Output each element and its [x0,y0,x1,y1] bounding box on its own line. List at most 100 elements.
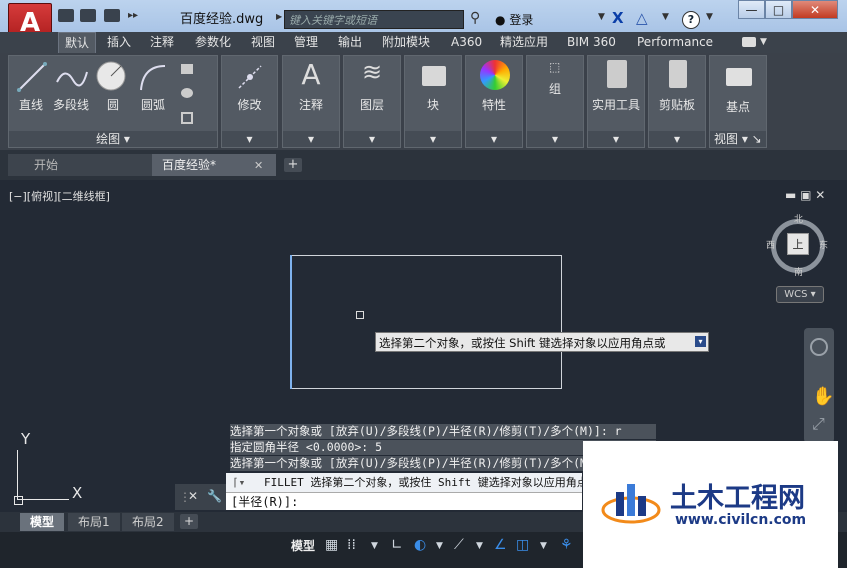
panel-utilities[interactable]: 实用工具 ▾ [587,55,645,148]
tab-performance[interactable]: Performance [637,32,713,53]
panel-clipboard[interactable]: 剪贴板 ▾ [648,55,706,148]
zoom-extents-icon[interactable]: ⤢ [812,414,825,434]
steering-wheel-icon[interactable] [810,338,828,356]
ribbon-minimize-icon[interactable] [742,37,756,47]
tab-featured-apps[interactable]: 精选应用 [500,32,548,53]
boundary-icon[interactable] [181,112,193,124]
chevron-down-icon[interactable]: ▾ [649,131,705,147]
polyline-icon[interactable] [55,62,89,92]
tooltip-options-icon[interactable]: ▾ [695,336,706,347]
new-file-icon[interactable] [58,9,74,22]
chevron-down-icon[interactable]: ▼ [476,541,483,551]
grid-icon[interactable]: ▦ [325,537,338,553]
minimize-button[interactable]: — [738,0,765,19]
tab-a360[interactable]: A360 [451,32,482,53]
panel-modify[interactable]: 修改 ▾ [221,55,278,148]
command-input[interactable]: [半径(R)]: [226,492,582,510]
chevron-down-icon[interactable]: ▼ [436,541,443,551]
chevron-down-icon[interactable]: ▼ [706,12,713,22]
object-snap-icon[interactable]: ◫ [516,537,529,553]
binoculars-search-icon[interactable]: ⚲ [470,10,480,26]
rectangle-icon[interactable] [181,64,193,74]
wrench-icon[interactable]: 🔧 [207,489,222,503]
viewcube-east[interactable]: 东 [819,238,828,251]
maximize-button[interactable]: □ [765,0,792,19]
polyline-label[interactable]: 多段线 [53,96,89,113]
panel-layers[interactable]: ≋ 图层 ▾ [343,55,401,148]
command-icon[interactable]: ⌈▾ [232,473,245,492]
search-expand-icon[interactable]: ▶ [276,12,282,21]
qat-more-icon[interactable]: ▸▸ [128,10,138,21]
viewcube-south[interactable]: 南 [794,265,803,278]
chevron-down-icon[interactable]: ▼ [598,12,605,22]
line-label[interactable]: 直线 [19,96,43,113]
chevron-down-icon[interactable]: ▾ [344,131,400,147]
viewcube-face[interactable]: 上 [787,233,809,255]
chevron-down-icon[interactable]: ▼ [760,37,767,47]
sign-in-button[interactable]: ● 登录 [495,11,533,28]
tab-insert[interactable]: 插入 [107,32,131,53]
viewcube-north[interactable]: 北 [794,212,803,225]
tab-manage[interactable]: 管理 [294,32,318,53]
tab-model[interactable]: 模型 [20,513,65,531]
hatch-icon[interactable] [181,88,193,98]
panel-draw-title[interactable]: 绘图 ▾ [9,131,217,147]
close-button[interactable]: ✕ [792,0,838,19]
tab-view[interactable]: 视图 [251,32,275,53]
circle-icon[interactable] [95,60,127,92]
help-button[interactable]: ? [682,11,700,29]
chevron-down-icon[interactable]: ▼ [540,541,547,551]
wcs-menu[interactable]: WCS ▾ [776,286,824,303]
polar-tracking-icon[interactable]: ◐ [414,537,426,553]
ortho-icon[interactable]: ∟ [391,537,403,553]
a360-icon[interactable]: △ [636,9,648,27]
close-command-line-icon[interactable]: ✕ [188,489,198,503]
chevron-down-icon[interactable]: ▾ [283,131,339,147]
chevron-down-icon[interactable]: ▾ [588,131,644,147]
tab-bim360[interactable]: BIM 360 [567,32,616,53]
group-icon: ⬚ [549,60,561,74]
panel-block[interactable]: 块 ▾ [404,55,462,148]
viewport-window-controls[interactable]: ▬ ▣ ✕ [785,188,825,202]
arc-label[interactable]: 圆弧 [141,96,165,113]
panel-annotation[interactable]: A 注释 ▾ [282,55,340,148]
chevron-down-icon[interactable]: ▼ [371,541,378,551]
model-space-toggle[interactable]: 模型 [291,537,315,554]
new-tab-button[interactable]: + [284,158,302,172]
panel-view-title[interactable]: 视图 ▾ ↘ [710,131,766,147]
snap-mode-icon[interactable]: ⁞⁞ [347,537,356,553]
tab-layout1[interactable]: 布局1 [68,513,120,531]
chevron-down-icon[interactable]: ▼ [662,12,669,22]
tab-annotate[interactable]: 注释 [150,32,174,53]
tab-layout2[interactable]: 布局2 [122,513,174,531]
panel-groups[interactable]: ⬚ 组 ▾ [526,55,584,148]
tab-start[interactable]: 开始 [8,154,152,176]
isodraft-icon[interactable]: ⟋ [454,537,464,553]
chevron-down-icon[interactable]: ▾ [222,131,277,147]
close-tab-icon[interactable]: ✕ [254,159,263,172]
tab-addins[interactable]: 附加模块 [382,32,430,53]
civilcn-logo-icon [601,484,661,524]
panel-view[interactable]: 基点 视图 ▾ ↘ [709,55,767,148]
tab-parametric[interactable]: 参数化 [195,32,231,53]
search-input[interactable]: 键入关键字或短语 [284,10,464,29]
annotation-scale-icon[interactable]: ⚘ [560,537,573,553]
save-icon[interactable] [104,9,120,22]
pan-hand-icon[interactable]: ✋ [812,386,834,407]
open-file-icon[interactable] [80,9,96,22]
circle-label[interactable]: 圆 [107,96,119,113]
viewport-controls-label[interactable]: [−][俯视][二维线框] [9,188,110,204]
chevron-down-icon[interactable]: ▾ [466,131,522,147]
chevron-down-icon[interactable]: ▾ [527,131,583,147]
line-icon[interactable] [17,62,47,92]
object-snap-tracking-icon[interactable]: ∠ [494,537,507,553]
panel-properties[interactable]: 特性 ▾ [465,55,523,148]
arc-icon[interactable] [137,62,169,92]
tab-output[interactable]: 输出 [338,32,362,53]
drawn-rectangle[interactable] [291,255,562,389]
tab-default[interactable]: 默认 [58,32,97,53]
add-layout-button[interactable]: + [180,514,198,529]
viewcube-west[interactable]: 西 [766,238,775,251]
chevron-down-icon[interactable]: ▾ [405,131,461,147]
exchange-apps-icon[interactable]: X [612,9,624,27]
